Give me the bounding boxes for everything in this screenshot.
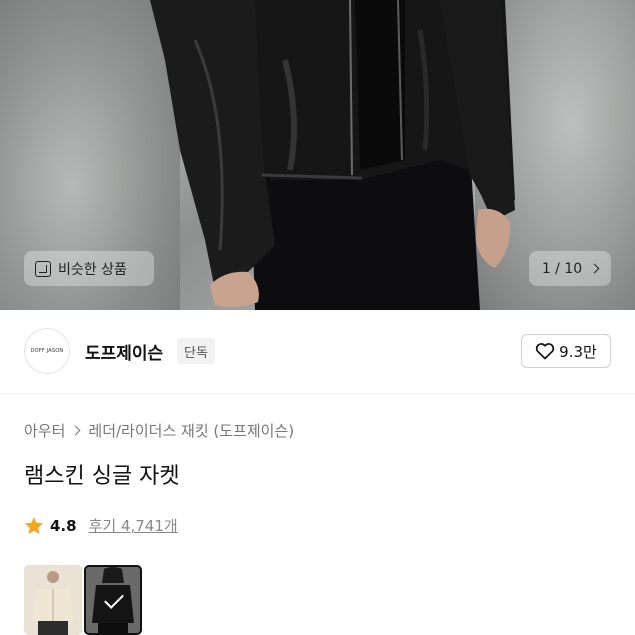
product-image[interactable]: 비슷한 상품 1 / 10: [0, 0, 635, 310]
color-option-black[interactable]: [84, 565, 142, 635]
product-title: 램스킨 싱글 자켓: [24, 464, 180, 489]
brand-row: DOFF JASON 도프제이슨 단독 9.3만: [0, 310, 635, 394]
similar-items-label: 비슷한 상품: [58, 261, 127, 278]
similar-items-button[interactable]: 비슷한 상품: [24, 251, 154, 286]
rating-score: 4.8: [50, 516, 77, 535]
heart-outline-icon: [536, 343, 555, 360]
thumbnail-image: [24, 565, 82, 635]
star-icon: [24, 516, 44, 535]
breadcrumb-category[interactable]: 아우터: [24, 420, 65, 441]
breadcrumb-subcategory[interactable]: 레더/라이더스 재킷 (도프제이슨): [88, 420, 294, 441]
color-option-ivory[interactable]: [24, 565, 82, 635]
image-pager[interactable]: 1 / 10: [529, 251, 611, 286]
breadcrumb: 아우터 레더/라이더스 재킷 (도프제이슨): [24, 420, 294, 441]
chevron-right-icon: [589, 263, 600, 274]
rating-row: 4.8 후기 4,741개: [24, 515, 178, 536]
brand-logo[interactable]: DOFF JASON: [24, 328, 70, 374]
like-count: 9.3만: [559, 342, 597, 361]
brand-logo-text: DOFF JASON: [30, 348, 64, 354]
like-button[interactable]: 9.3만: [521, 334, 611, 368]
review-count-link[interactable]: 후기 4,741개: [89, 515, 178, 536]
color-options: [24, 565, 142, 635]
pager-text: 1 / 10: [541, 260, 583, 277]
exclusive-badge: 단독: [177, 338, 215, 364]
similar-items-icon: [35, 260, 51, 277]
brand-name[interactable]: 도프제이슨: [85, 339, 163, 364]
chevron-right-icon: [70, 425, 81, 436]
